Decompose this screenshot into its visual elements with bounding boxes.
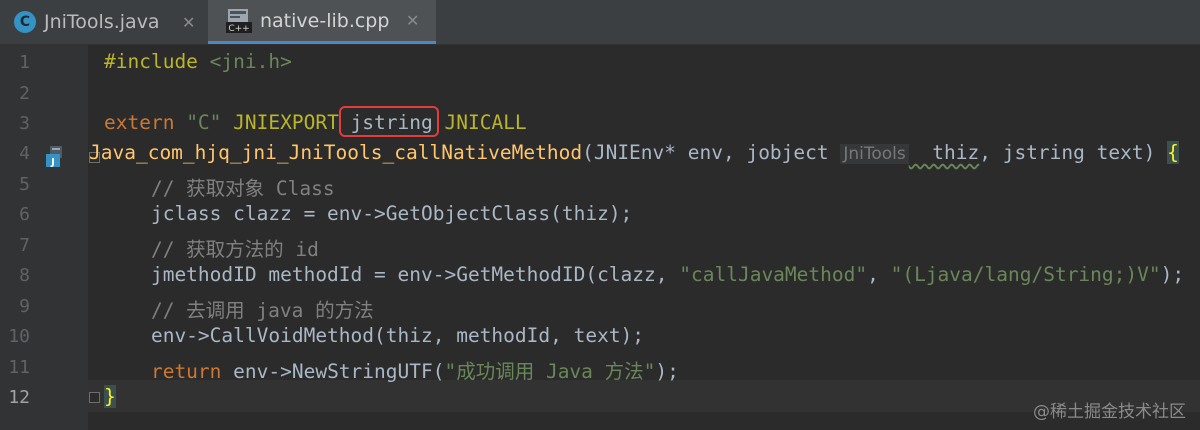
close-brace: }: [104, 385, 116, 408]
line-number: 12: [8, 387, 30, 408]
svg-text:C++: C++: [228, 24, 249, 34]
code-line-4[interactable]: Java_com_hjq_jni_JniTools_callNativeMeth…: [89, 141, 1179, 164]
line-number: 5: [19, 174, 30, 195]
tab-jnitools-java[interactable]: C JniTools.java ✕: [0, 0, 208, 44]
code-line-5[interactable]: // 获取对象 Class: [104, 172, 335, 201]
line-number: 4: [19, 143, 30, 164]
code-text: );: [655, 360, 679, 383]
code-line-10[interactable]: env->CallVoidMethod(thiz, methodId, text…: [104, 324, 644, 347]
watermark: @稀土掘金技术社区: [1033, 402, 1186, 422]
preprocessor-keyword: #include: [104, 50, 198, 73]
code-text: env->NewStringUTF(: [221, 360, 445, 383]
line-number: 10: [8, 326, 30, 347]
string-literal: "C": [174, 111, 222, 134]
function-name: Java_com_hjq_jni_JniTools_callNativeMeth…: [89, 141, 583, 164]
code-line-7[interactable]: // 获取方法的 id: [104, 233, 319, 262]
keyword: return: [104, 360, 222, 383]
line-number: 6: [19, 204, 30, 225]
string-literal: "callJavaMethod": [679, 263, 868, 286]
code-text: ,: [867, 263, 891, 286]
header-name: <jni.h>: [197, 50, 292, 73]
line-number: 11: [8, 357, 30, 378]
param-thiz: thiz: [908, 141, 980, 164]
cpp-file-icon: C++: [226, 8, 252, 34]
open-brace: {: [1167, 141, 1179, 164]
code-line-12[interactable]: }: [104, 385, 116, 408]
tab-label: JniTools.java: [44, 11, 160, 33]
code-line-9[interactable]: // 去调用 java 的方法: [104, 294, 374, 323]
tab-native-lib-cpp[interactable]: C++ native-lib.cpp ✕: [208, 0, 436, 44]
code-line-3[interactable]: extern "C" JNIEXPORT jstring JNICALL: [104, 111, 527, 134]
parameters: , jstring text): [979, 141, 1168, 164]
keyword: extern: [104, 111, 175, 134]
line-number: 9: [19, 296, 30, 317]
code-line-8[interactable]: jmethodID methodId = env->GetMethodID(cl…: [104, 263, 1184, 286]
string-literal: "(Ljava/lang/String;)V": [890, 263, 1161, 286]
line-number: 8: [19, 265, 30, 286]
c-class-icon: C: [14, 11, 36, 33]
code-text: jmethodID methodId = env->GetMethodID(cl…: [104, 263, 680, 286]
code-line-1[interactable]: #include <jni.h>: [104, 50, 292, 73]
parameters: (JNIEnv* env, jobject: [582, 141, 841, 164]
close-icon[interactable]: ✕: [406, 11, 419, 30]
macro: JNICALL: [432, 111, 527, 134]
annotation-highlight-box: [339, 106, 439, 137]
fold-marker[interactable]: [89, 392, 100, 403]
code-line-11[interactable]: return env->NewStringUTF("成功调用 Java 方法")…: [104, 355, 679, 384]
line-number: 2: [19, 83, 30, 104]
line-number: 7: [19, 235, 30, 256]
parameter-hint: JniTools: [840, 144, 909, 164]
code-text: );: [1160, 263, 1185, 286]
code-line-6[interactable]: jclass clazz = env->GetObjectClass(thiz)…: [104, 202, 632, 225]
svg-text:J: J: [50, 157, 55, 168]
close-icon[interactable]: ✕: [182, 13, 195, 32]
macro: JNIEXPORT: [221, 111, 351, 134]
editor-tab-bar: C JniTools.java ✕ C++ native-lib.cpp ✕: [0, 0, 1200, 45]
tab-label: native-lib.cpp: [260, 9, 390, 32]
jni-native-method-icon[interactable]: J: [44, 146, 64, 168]
line-number: 3: [19, 113, 30, 134]
line-number: 1: [19, 52, 30, 73]
string-literal: "成功调用 Java 方法": [444, 360, 656, 383]
